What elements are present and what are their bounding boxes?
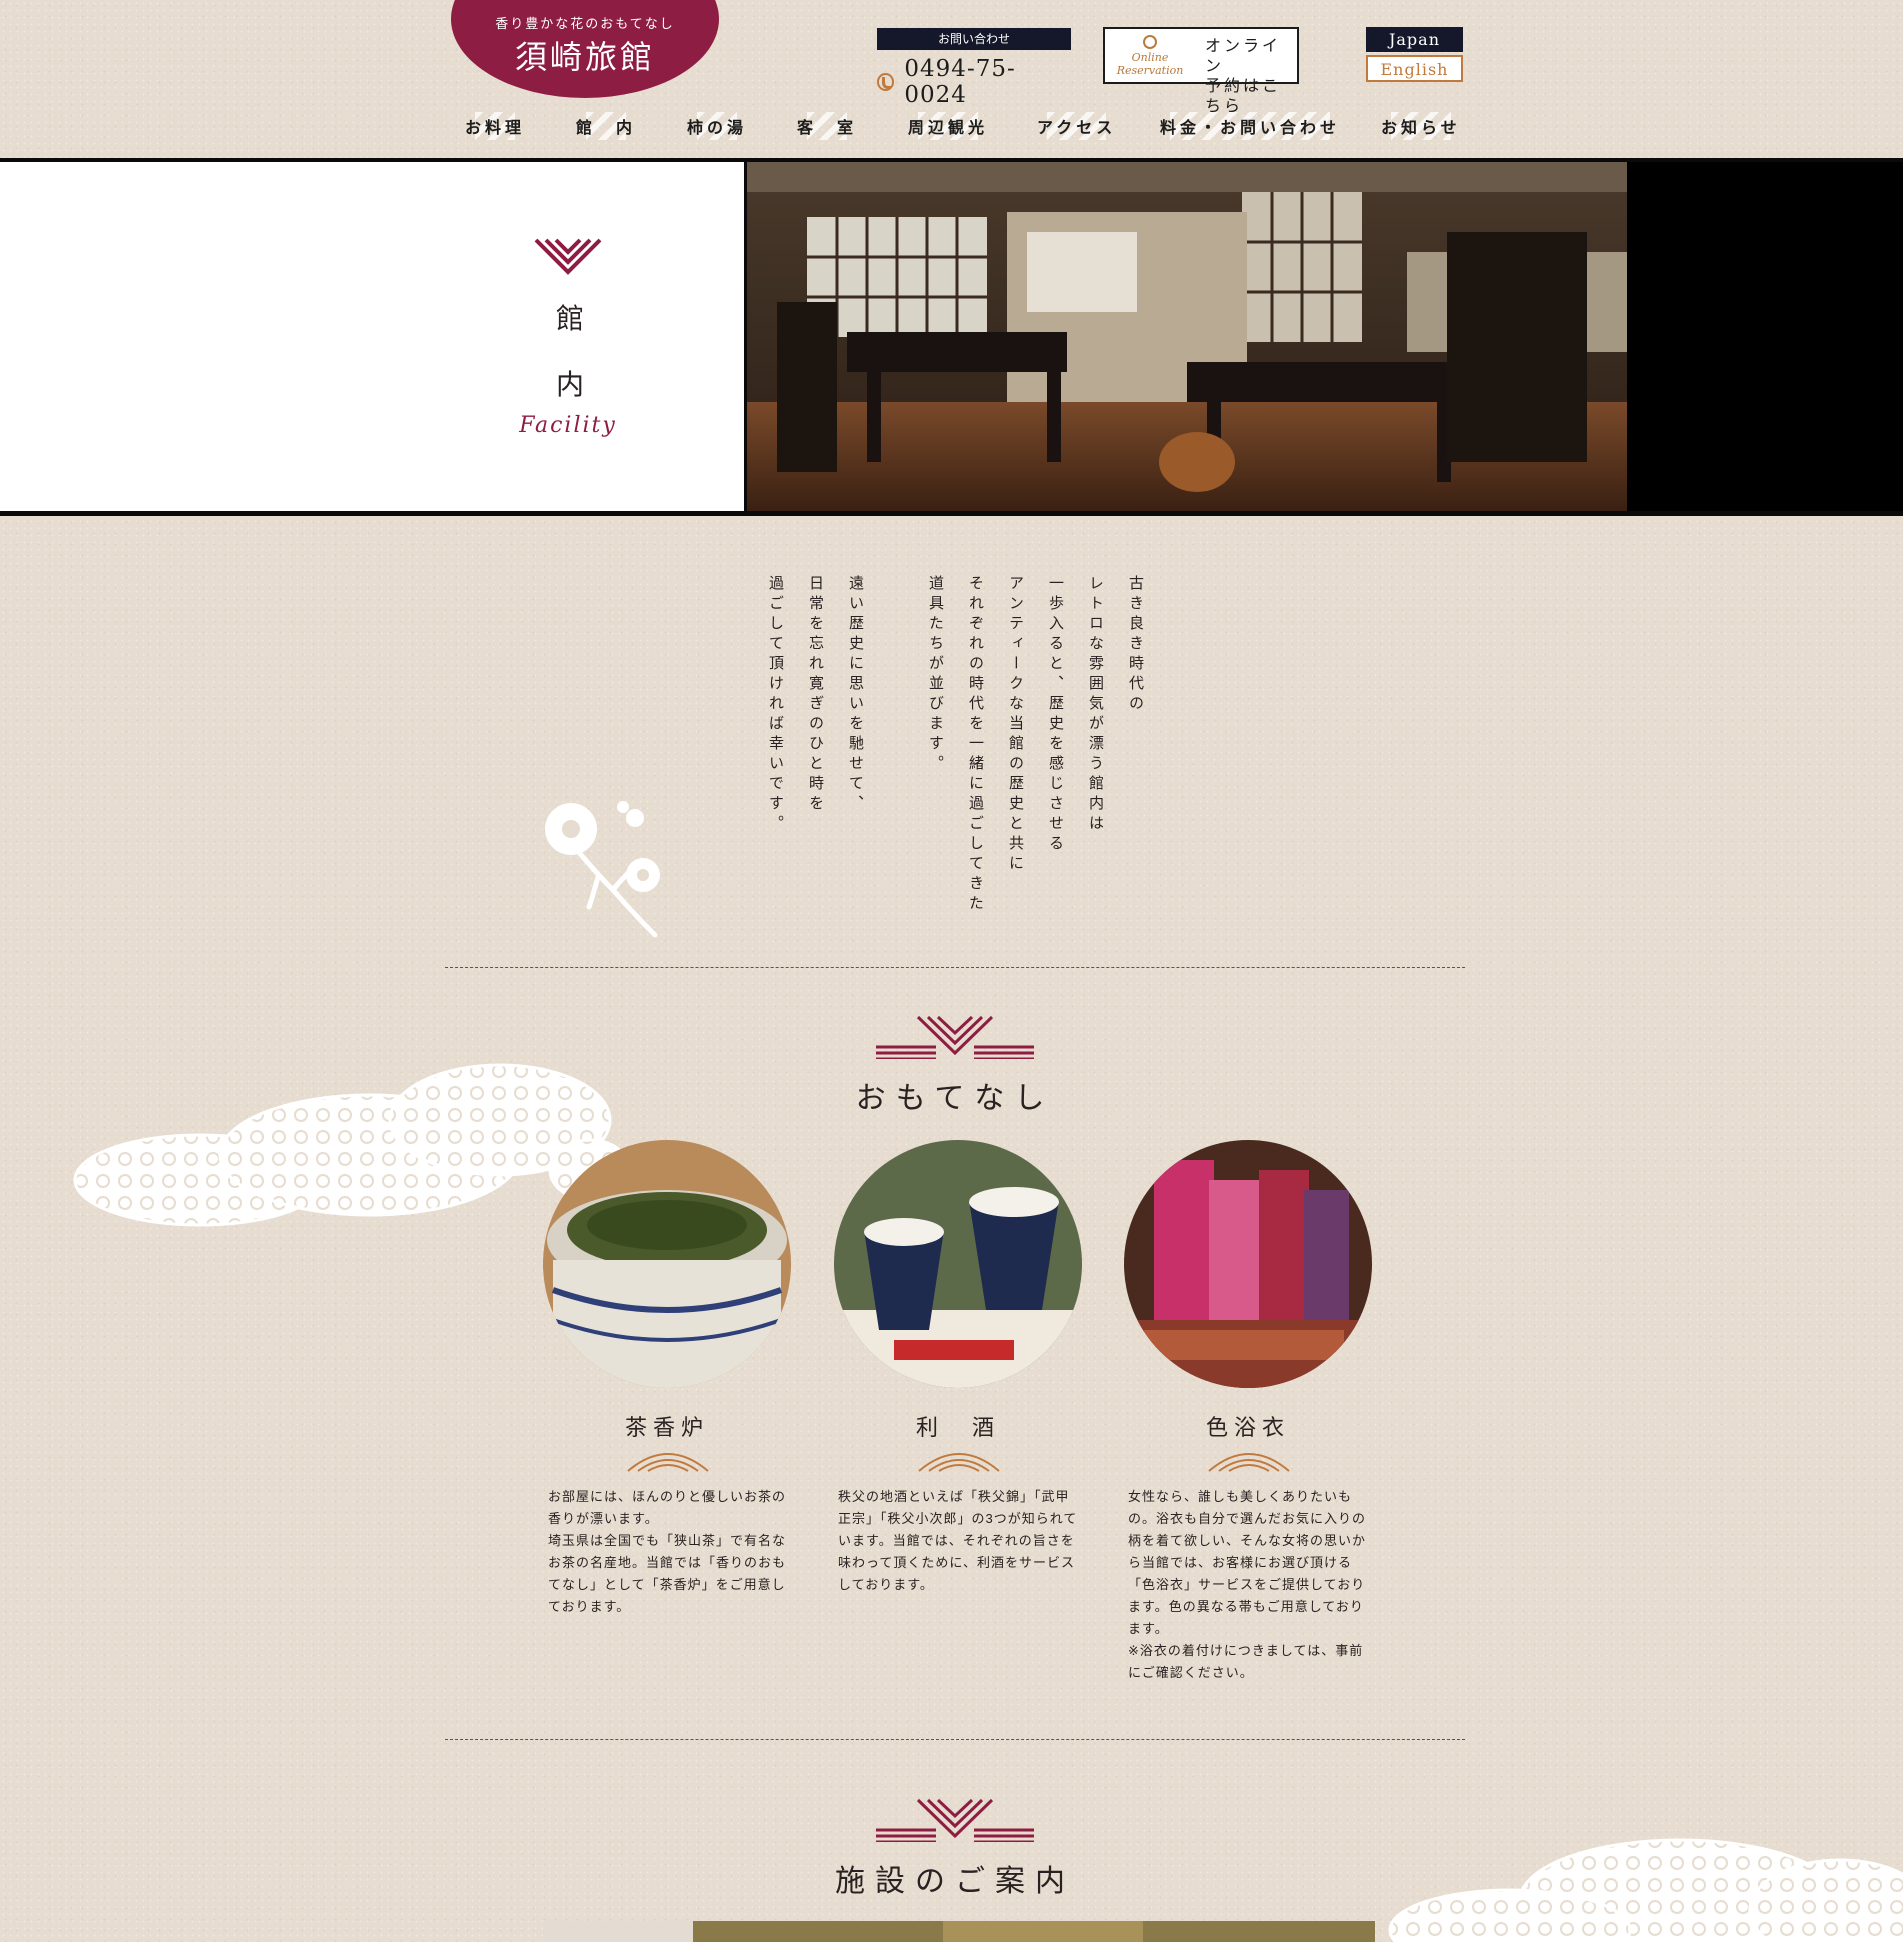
- feature-desc-tea-incense: お部屋には、ほんのりと優しいお茶の香りが漂います。 埼玉県は全国でも「狭山茶」で有…: [548, 1489, 787, 1614]
- lang-english-button[interactable]: English: [1366, 55, 1463, 82]
- cloud-pattern-right-icon: [1388, 1838, 1903, 1942]
- reservation-emblem: Online Reservation: [1115, 35, 1185, 77]
- intro-line-6: 道具たちが並びます。: [927, 575, 945, 775]
- nav-item-sightseeing[interactable]: 周辺観光: [908, 112, 988, 140]
- nav-item-kaki-bath[interactable]: 柿の湯: [687, 112, 747, 140]
- lang-japan-button[interactable]: Japan: [1366, 27, 1463, 52]
- mizuhiki-ornament-icon: [876, 1015, 1034, 1059]
- hero-title-panel: [0, 162, 744, 511]
- intro-line-5: それぞれの時代を一緒に過ごしてきた: [967, 575, 985, 915]
- mizuhiki-ornament-icon: [534, 238, 602, 275]
- lounge-photo: [747, 162, 1903, 511]
- nav-item-facility[interactable]: 館 内: [576, 112, 636, 140]
- feature-name-colored-yukata: 色浴衣: [1205, 1416, 1290, 1441]
- wave-ornament-icon: [627, 1453, 709, 1472]
- logo-tagline: 香り豊かな花のおもてなし: [495, 17, 675, 32]
- flower-icon: [1143, 35, 1157, 49]
- reservation-emblem-line1: Online: [1131, 51, 1169, 64]
- main-nav: お料理 館 内 柿の湯 客 室 周辺観光 アクセス 料金・お問い合わせ お知らせ: [455, 112, 1465, 144]
- nav-item-rooms[interactable]: 客 室: [797, 112, 857, 140]
- wave-ornament-icon: [918, 1453, 1000, 1472]
- feature-name-tea-incense: 茶香炉: [624, 1416, 709, 1441]
- phone-number: 0494-75-0024: [904, 56, 1016, 108]
- feature-name-sake-tasting: 利 酒: [915, 1416, 1000, 1441]
- colored-yukata-photo: [1124, 1140, 1372, 1388]
- plum-blossom-icon: [545, 801, 660, 938]
- mizuhiki-ornament-icon: [876, 1798, 1034, 1842]
- feature-desc-colored-yukata: 女性なら、誰しも美しくありたいもの。浴衣も自分で選んだお気に入りの柄を着て欲しい…: [1128, 1489, 1367, 1680]
- contact-label: お問い合わせ: [877, 28, 1071, 50]
- reservation-emblem-line2: Reservation: [1116, 64, 1184, 77]
- hero-title: 館 内: [540, 286, 600, 418]
- nav-item-cuisine[interactable]: お料理: [465, 112, 525, 140]
- section-divider: [445, 1739, 1465, 1740]
- contact-block: お問い合わせ 0494-75-0024: [877, 28, 1071, 108]
- nav-item-pricing-contact[interactable]: 料金・お問い合わせ: [1160, 112, 1340, 140]
- tea-incense-photo: [543, 1140, 791, 1388]
- online-reservation-button[interactable]: Online Reservation オンライン 予約はこちら: [1103, 27, 1299, 115]
- intro-line-7: 遠い歴史に思いを馳せて、: [847, 575, 865, 815]
- facility-photo-strip: [543, 1921, 1375, 1942]
- phone-icon: [877, 73, 895, 91]
- nav-item-access[interactable]: アクセス: [1037, 112, 1116, 140]
- intro-line-1: 古き良き時代の: [1127, 575, 1145, 715]
- site-logo[interactable]: 香り豊かな花のおもてなし 須崎旅館: [451, 0, 719, 98]
- reservation-label-line1: オンライン: [1205, 36, 1282, 75]
- feature-desc-sake-tasting: 秩父の地酒といえば「秩父錦」「武甲正宗」「秩父小次郎」の3つが知られています。当…: [838, 1489, 1078, 1592]
- nav-item-news[interactable]: お知らせ: [1381, 112, 1461, 140]
- reservation-label: オンライン 予約はこちら: [1205, 36, 1297, 116]
- sake-tasting-photo: [834, 1140, 1082, 1388]
- intro-line-4: アンティークな当館の歴史と共に: [1007, 575, 1025, 875]
- omotenashi-title: おもてなし: [855, 1081, 1055, 1116]
- intro-line-9: 過ごして頂ければ幸いです。: [767, 575, 785, 835]
- intro-line-8: 日常を忘れ寛ぎのひと時を: [807, 575, 825, 815]
- cloud-pattern-left-icon: [73, 1063, 630, 1227]
- wave-ornament-icon: [1208, 1453, 1290, 1472]
- facilities-title: 施設のご案内: [835, 1864, 1075, 1899]
- hero-photo-lounge: [747, 162, 1903, 511]
- phone-link[interactable]: 0494-75-0024: [877, 56, 1071, 108]
- reservation-label-line2: 予約はこちら: [1205, 76, 1282, 115]
- intro-line-2: レトロな雰囲気が漂う館内は: [1087, 575, 1105, 835]
- hero-title-char2: 内: [555, 368, 584, 401]
- logo-name: 須崎旅館: [514, 38, 655, 76]
- section-divider: [445, 967, 1465, 968]
- hero-title-char1: 館: [555, 302, 584, 335]
- intro-line-3: 一歩入ると、歴史を感じさせる: [1047, 575, 1065, 855]
- language-switcher: Japan English: [1366, 27, 1463, 82]
- hero-subtitle: Facility: [519, 413, 617, 438]
